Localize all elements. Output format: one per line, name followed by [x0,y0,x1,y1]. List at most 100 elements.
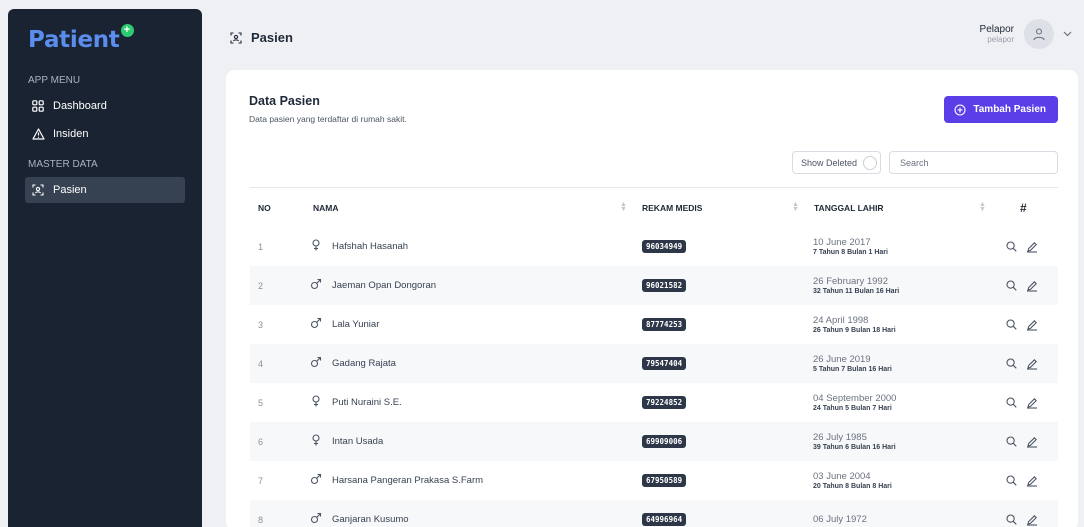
view-icon[interactable] [1006,319,1017,330]
table-row[interactable]: 4 Gadang Rajata 79547404 26 June 2019 5 Tahu… [250,344,1058,383]
view-icon[interactable] [1006,241,1017,252]
user-icon [1033,28,1045,41]
birth-date-cell: 10 June 2017 7 Tahun 8 Bulan 1 Hari [813,227,888,266]
age-text: 39 Tahun 6 Bulan 16 Hari [813,443,896,451]
male-icon [310,278,322,293]
patient-name: Intan Usada [332,436,384,447]
male-icon [310,512,322,527]
add-patient-button[interactable]: Tambah Pasien [944,96,1058,123]
birth-date: 03 June 2004 [813,470,871,482]
column-header-no[interactable]: NO [258,188,271,228]
view-icon[interactable] [1006,475,1017,486]
table-row[interactable]: 3 Lala Yuniar 87774253 24 April 1998 26 Tahu… [250,305,1058,344]
female-icon [310,239,322,254]
row-number: 2 [258,280,264,291]
table-row[interactable]: 6 Intan Usada 69909006 26 July 1985 39 Tahun… [250,422,1058,461]
medical-record-badge: 79547404 [642,357,687,370]
birth-date-cell: 03 June 2004 20 Tahun 8 Bulan 8 Hari [813,461,892,500]
birth-date: 26 July 1985 [813,431,867,443]
user-role: pelapor [987,35,1014,44]
row-actions [1006,422,1047,461]
table-row[interactable]: 1 Hafshah Hasanah 96034949 10 June 2017 7 Ta… [250,227,1058,266]
sidebar-item-pasien[interactable]: Pasien [25,177,185,203]
medical-record-cell: 96034949 [642,227,687,266]
column-header-rekam-medis[interactable]: REKAM MEDIS [642,188,702,228]
column-header-nama[interactable]: NAMA [313,188,339,228]
edit-icon[interactable] [1026,319,1038,331]
patient-name-cell: Puti Nuraini S.E. [310,383,402,422]
sidebar-item-label: Insiden [53,128,89,140]
edit-icon[interactable] [1026,280,1038,292]
age-text: 26 Tahun 9 Bulan 18 Hari [813,326,896,334]
birth-date: 26 June 2019 [813,353,871,365]
table-row[interactable]: 7 Harsana Pangeran Prakasa S.Farm 67950589… [250,461,1058,500]
sort-icon[interactable]: ▲ ▼ [620,201,627,213]
birth-date: 06 July 1972 [813,514,867,525]
edit-icon[interactable] [1026,397,1038,409]
age-text: 24 Tahun 5 Bulan 7 Hari [813,404,892,412]
edit-icon[interactable] [1026,358,1038,370]
sort-icon[interactable]: ▲ ▼ [979,201,986,213]
view-icon[interactable] [1006,280,1017,291]
brand-name: Patient [28,27,120,53]
male-icon [310,356,322,371]
age-text: 5 Tahun 7 Bulan 16 Hari [813,365,892,373]
medical-record-cell: 79224852 [642,383,687,422]
medical-record-badge: 67950589 [642,474,687,487]
row-number: 1 [258,241,264,252]
view-icon[interactable] [1006,358,1017,369]
column-header-tanggal-lahir[interactable]: TANGGAL LAHIR [814,188,884,228]
female-icon [310,434,322,449]
birth-date: 04 September 2000 [813,392,897,404]
sidebar-item-insiden[interactable]: Insiden [25,121,185,147]
show-deleted-label: Show Deleted [801,157,858,168]
patient-name: Lala Yuniar [332,319,380,330]
edit-icon[interactable] [1026,514,1038,526]
user-menu[interactable]: Pelapor pelapor [980,19,1072,49]
show-deleted-toggle[interactable]: Show Deleted [792,151,881,174]
avatar[interactable] [1024,19,1054,49]
brand-logo[interactable]: Patient + [8,9,202,69]
sidebar-item-dashboard[interactable]: Dashboard [25,93,185,119]
patient-data-card: Data Pasien Data pasien yang terdaftar d… [226,70,1078,527]
table-row[interactable]: 8 Ganjaran Kusumo 64996964 06 July 1972 [250,500,1058,527]
patient-name-cell: Hafshah Hasanah [310,227,408,266]
patient-name: Jaeman Opan Dongoran [332,280,437,291]
card-title: Data Pasien [249,94,320,108]
row-number: 5 [258,397,264,408]
toggle-switch[interactable] [863,155,878,170]
birth-date-cell: 24 April 1998 26 Tahun 9 Bulan 18 Hari [813,305,896,344]
view-icon[interactable] [1006,397,1017,408]
scan-icon [31,183,45,197]
chevron-down-icon[interactable] [1063,31,1072,37]
view-icon[interactable] [1006,436,1017,447]
medical-record-badge: 64996964 [642,513,687,526]
medical-record-badge: 87774253 [642,318,687,331]
row-actions [1006,500,1047,527]
card-subtitle: Data pasien yang terdaftar di rumah saki… [249,114,407,124]
patient-name: Harsana Pangeran Prakasa S.Farm [332,475,484,486]
row-number: 6 [258,436,264,447]
view-icon[interactable] [1006,514,1017,525]
warning-icon [31,127,45,141]
female-icon [310,395,322,410]
medical-record-cell: 79547404 [642,344,687,383]
row-actions [1006,305,1047,344]
table-row[interactable]: 5 Puti Nuraini S.E. 79224852 04 September 2… [250,383,1058,422]
edit-icon[interactable] [1026,436,1038,448]
sidebar-item-label: Dashboard [53,100,107,112]
patient-name-cell: Harsana Pangeran Prakasa S.Farm [310,461,483,500]
table-row[interactable]: 2 Jaeman Opan Dongoran 96021582 26 February… [250,266,1058,305]
edit-icon[interactable] [1026,475,1038,487]
user-info: Pelapor pelapor [980,24,1014,44]
medical-record-badge: 79224852 [642,396,687,409]
male-icon [310,317,322,332]
age-text: 7 Tahun 8 Bulan 1 Hari [813,248,888,256]
edit-icon[interactable] [1026,241,1038,253]
row-actions [1006,227,1047,266]
row-actions [1006,383,1047,422]
plus-circle-icon [954,103,966,116]
sort-icon[interactable]: ▲ ▼ [792,201,799,213]
patient-name-cell: Jaeman Opan Dongoran [310,266,436,305]
search-input[interactable] [889,151,1058,174]
